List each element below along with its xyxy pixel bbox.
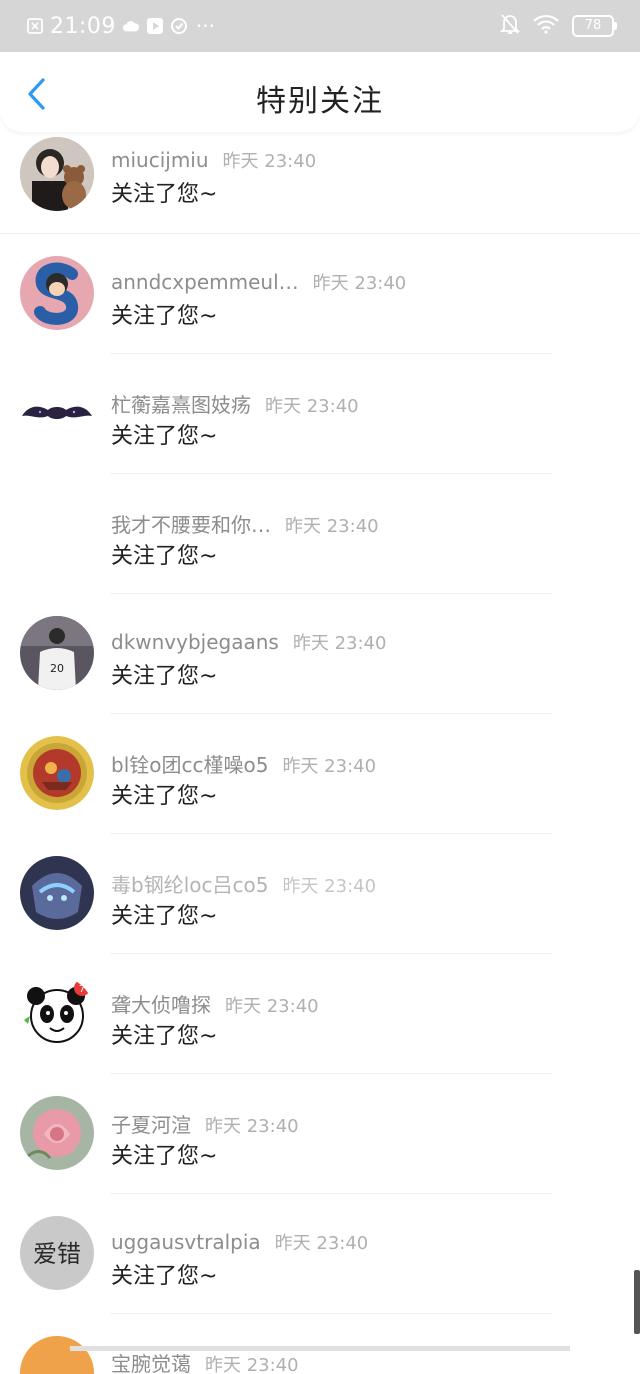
user-name-line[interactable]: 子夏河渲 昨天 23:40 <box>111 1109 299 1138</box>
cloud-icon <box>122 17 140 35</box>
timestamp: 昨天 23:40 <box>274 1233 369 1254</box>
avatar[interactable] <box>20 736 94 810</box>
user-name[interactable]: bl铨o团cc槿噪o5 <box>111 753 268 777</box>
list-item[interactable]: 宝腕觉蔼 昨天 23:40 <box>0 1314 640 1374</box>
message-text: 关注了您~ <box>111 1024 218 1049</box>
message-text: 关注了您~ <box>111 182 218 207</box>
user-name-line[interactable]: 毒b钢纶loc吕co5 昨天 23:40 <box>111 869 376 898</box>
user-name[interactable]: 杧蘅嘉熹图妓疡 <box>111 393 251 417</box>
bottom-indicator <box>70 1346 570 1351</box>
list-item[interactable]: bl铨o团cc槿噪o5 昨天 23:40 关注了您~ <box>0 714 640 834</box>
timestamp: 昨天 23:40 <box>282 876 377 897</box>
status-left: 21:09 ··· <box>26 12 215 40</box>
user-name[interactable]: uggausvtralpia <box>111 1230 261 1254</box>
list-item[interactable]: miucijmiu 昨天 23:40 关注了您~ <box>0 132 640 234</box>
timestamp: 昨天 23:40 <box>285 516 379 537</box>
status-right: 78 <box>499 12 617 40</box>
user-name-line[interactable]: anndcxpemmeul… 昨天 23:40 <box>111 269 406 295</box>
status-bar: 21:09 ··· 78 <box>0 0 640 52</box>
refresh-icon <box>170 17 188 35</box>
user-name[interactable]: 聋大侦噜探 <box>111 993 211 1017</box>
user-name[interactable]: anndcxpemmeul… <box>111 270 299 294</box>
more-dots-icon: ··· <box>195 14 215 38</box>
timestamp: 昨天 23:40 <box>225 996 319 1017</box>
svg-text:7: 7 <box>79 984 85 995</box>
message-text: 关注了您~ <box>111 544 218 569</box>
nav-bar: 特别关注 <box>0 52 640 132</box>
timestamp: 昨天 23:40 <box>205 1355 299 1374</box>
user-name-line[interactable]: 我才不腰要和你… 昨天 23:40 <box>111 509 379 538</box>
timestamp: 昨天 23:40 <box>205 1116 299 1137</box>
user-name[interactable]: 宝腕觉蔼 <box>111 1352 191 1374</box>
calligraphy-text: 爱错 <box>33 1240 81 1268</box>
user-name-line[interactable]: bl铨o团cc槿噪o5 昨天 23:40 <box>111 749 376 778</box>
timestamp: 昨天 23:40 <box>282 756 377 777</box>
user-name-line[interactable]: uggausvtralpia 昨天 23:40 <box>111 1229 368 1255</box>
user-name[interactable]: 毒b钢纶loc吕co5 <box>111 873 268 897</box>
user-name-line[interactable]: 宝腕觉蔼 昨天 23:40 <box>111 1348 299 1374</box>
avatar[interactable]: 20 <box>20 616 94 690</box>
avatar[interactable] <box>20 856 94 930</box>
battery-icon: 78 <box>572 15 617 37</box>
message-text: 关注了您~ <box>111 424 218 449</box>
avatar[interactable] <box>20 376 94 450</box>
status-time: 21:09 <box>50 13 116 39</box>
avatar[interactable] <box>20 1096 94 1170</box>
user-name-line[interactable]: 杧蘅嘉熹图妓疡 昨天 23:40 <box>111 389 359 418</box>
message-text: 关注了您~ <box>111 904 218 929</box>
message-text: 关注了您~ <box>111 664 218 689</box>
list-item[interactable]: 子夏河渲 昨天 23:40 关注了您~ <box>0 1074 640 1194</box>
mute-bell-icon <box>499 13 521 39</box>
message-text: 关注了您~ <box>111 1144 218 1169</box>
user-name[interactable]: 子夏河渲 <box>111 1113 191 1137</box>
avatar[interactable]: 7 <box>20 976 94 1050</box>
list-item[interactable]: 我才不腰要和你… 昨天 23:40 关注了您~ <box>0 474 640 594</box>
close-box-icon <box>26 17 44 35</box>
user-name[interactable]: 我才不腰要和你… <box>111 513 271 537</box>
list-item[interactable]: 爱错 uggausvtralpia 昨天 23:40 关注了您~ <box>0 1194 640 1314</box>
timestamp: 昨天 23:40 <box>292 633 387 654</box>
wifi-icon <box>532 14 560 38</box>
user-name-line[interactable]: miucijmiu 昨天 23:40 <box>111 147 316 173</box>
scrollbar[interactable] <box>634 1270 640 1334</box>
list-item[interactable]: 毒b钢纶loc吕co5 昨天 23:40 关注了您~ <box>0 834 640 954</box>
list-item[interactable]: 7 聋大侦噜探 昨天 23:40 关注了您~ <box>0 954 640 1074</box>
message-text: 关注了您~ <box>111 304 218 329</box>
follow-notification-list: miucijmiu 昨天 23:40 关注了您~ anndcxpemmeul… 昨天… <box>0 132 640 1374</box>
user-name[interactable]: miucijmiu <box>111 148 209 172</box>
list-item[interactable]: 20 dkwnvybjegaans 昨天 23:40 关注了您~ <box>0 594 640 714</box>
avatar[interactable] <box>20 496 94 570</box>
avatar[interactable] <box>20 1336 94 1374</box>
timestamp: 昨天 23:40 <box>312 273 407 294</box>
svg-text:20: 20 <box>50 662 64 675</box>
user-name-line[interactable]: 聋大侦噜探 昨天 23:40 <box>111 989 319 1018</box>
message-text: 关注了您~ <box>111 1264 218 1289</box>
avatar[interactable]: 爱错 <box>20 1216 94 1290</box>
timestamp: 昨天 23:40 <box>222 151 317 172</box>
user-name[interactable]: dkwnvybjegaans <box>111 630 279 654</box>
page-title: 特别关注 <box>256 84 384 119</box>
timestamp: 昨天 23:40 <box>265 396 359 417</box>
avatar[interactable] <box>20 137 94 211</box>
avatar[interactable] <box>20 256 94 330</box>
message-text: 关注了您~ <box>111 784 218 809</box>
list-item[interactable]: 杧蘅嘉熹图妓疡 昨天 23:40 关注了您~ <box>0 354 640 474</box>
user-name-line[interactable]: dkwnvybjegaans 昨天 23:40 <box>111 629 386 655</box>
play-icon <box>146 17 164 35</box>
list-item[interactable]: anndcxpemmeul… 昨天 23:40 关注了您~ <box>0 234 640 354</box>
